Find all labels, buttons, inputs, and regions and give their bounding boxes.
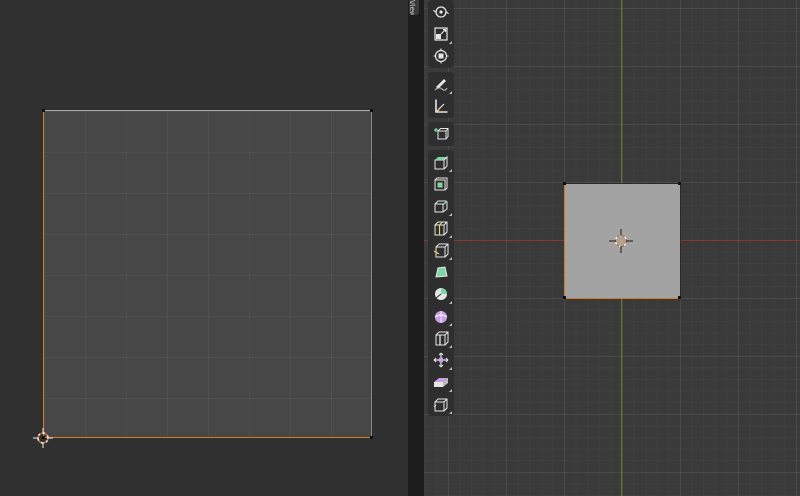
tool-transform[interactable]	[429, 45, 453, 67]
tool-shrink-fatten[interactable]	[429, 349, 453, 371]
poly-build-icon	[435, 266, 448, 278]
tool-rotate[interactable]	[429, 1, 453, 23]
mesh-vertex[interactable]	[563, 182, 566, 185]
scale-icon	[434, 27, 448, 41]
tool-scale[interactable]	[429, 23, 453, 45]
uv-vertex[interactable]	[370, 436, 373, 439]
tool-bevel[interactable]	[429, 195, 453, 217]
n-panel-tab-view[interactable]: View	[409, 0, 419, 15]
annotate-icon	[434, 79, 448, 91]
inset-faces-icon	[434, 177, 448, 191]
shear-icon	[434, 378, 448, 387]
tool-group-transform	[428, 0, 454, 68]
3d-cursor-icon[interactable]	[609, 229, 633, 253]
spin-icon	[435, 288, 447, 300]
shrink-fatten-icon	[433, 352, 449, 368]
edge-slide-icon	[435, 331, 449, 346]
3d-viewport[interactable]	[424, 0, 800, 496]
measure-icon	[435, 99, 448, 113]
mesh-vertex[interactable]	[678, 296, 681, 299]
uv-face[interactable]	[43, 110, 372, 438]
bevel-icon	[434, 200, 448, 213]
tool-smooth[interactable]	[429, 305, 453, 327]
uv-vertex[interactable]	[370, 109, 373, 112]
tool-knife[interactable]	[429, 239, 453, 261]
tool-shelf	[428, 0, 454, 420]
tool-poly-build[interactable]	[429, 261, 453, 283]
tool-measure[interactable]	[429, 95, 453, 117]
2d-cursor-icon[interactable]	[33, 428, 53, 448]
loop-cut-icon	[434, 221, 448, 236]
smooth-icon	[434, 311, 448, 323]
tool-group-mesh	[428, 150, 454, 416]
tool-inset-faces[interactable]	[429, 173, 453, 195]
uv-editor-area[interactable]	[0, 0, 408, 496]
area-divider[interactable]	[408, 0, 424, 496]
uv-vertex[interactable]	[42, 109, 45, 112]
mesh-vertex[interactable]	[563, 296, 566, 299]
tool-spin[interactable]	[429, 283, 453, 305]
tool-group-annotate	[428, 72, 454, 118]
tool-extrude[interactable]	[429, 151, 453, 173]
transform-icon	[433, 48, 449, 64]
extrude-icon	[434, 155, 448, 170]
tool-annotate[interactable]	[429, 73, 453, 95]
rip-region-icon	[433, 398, 448, 412]
tool-edge-slide[interactable]	[429, 327, 453, 349]
tool-shear[interactable]	[429, 371, 453, 393]
tool-group-add	[428, 122, 454, 146]
knife-icon	[433, 243, 449, 258]
tool-loop-cut[interactable]	[429, 217, 453, 239]
rotate-icon	[433, 6, 449, 18]
mesh-vertex[interactable]	[678, 182, 681, 185]
tool-add-cube[interactable]	[429, 123, 453, 145]
tool-rip-region[interactable]	[429, 393, 453, 415]
add-cube-icon	[434, 128, 449, 140]
